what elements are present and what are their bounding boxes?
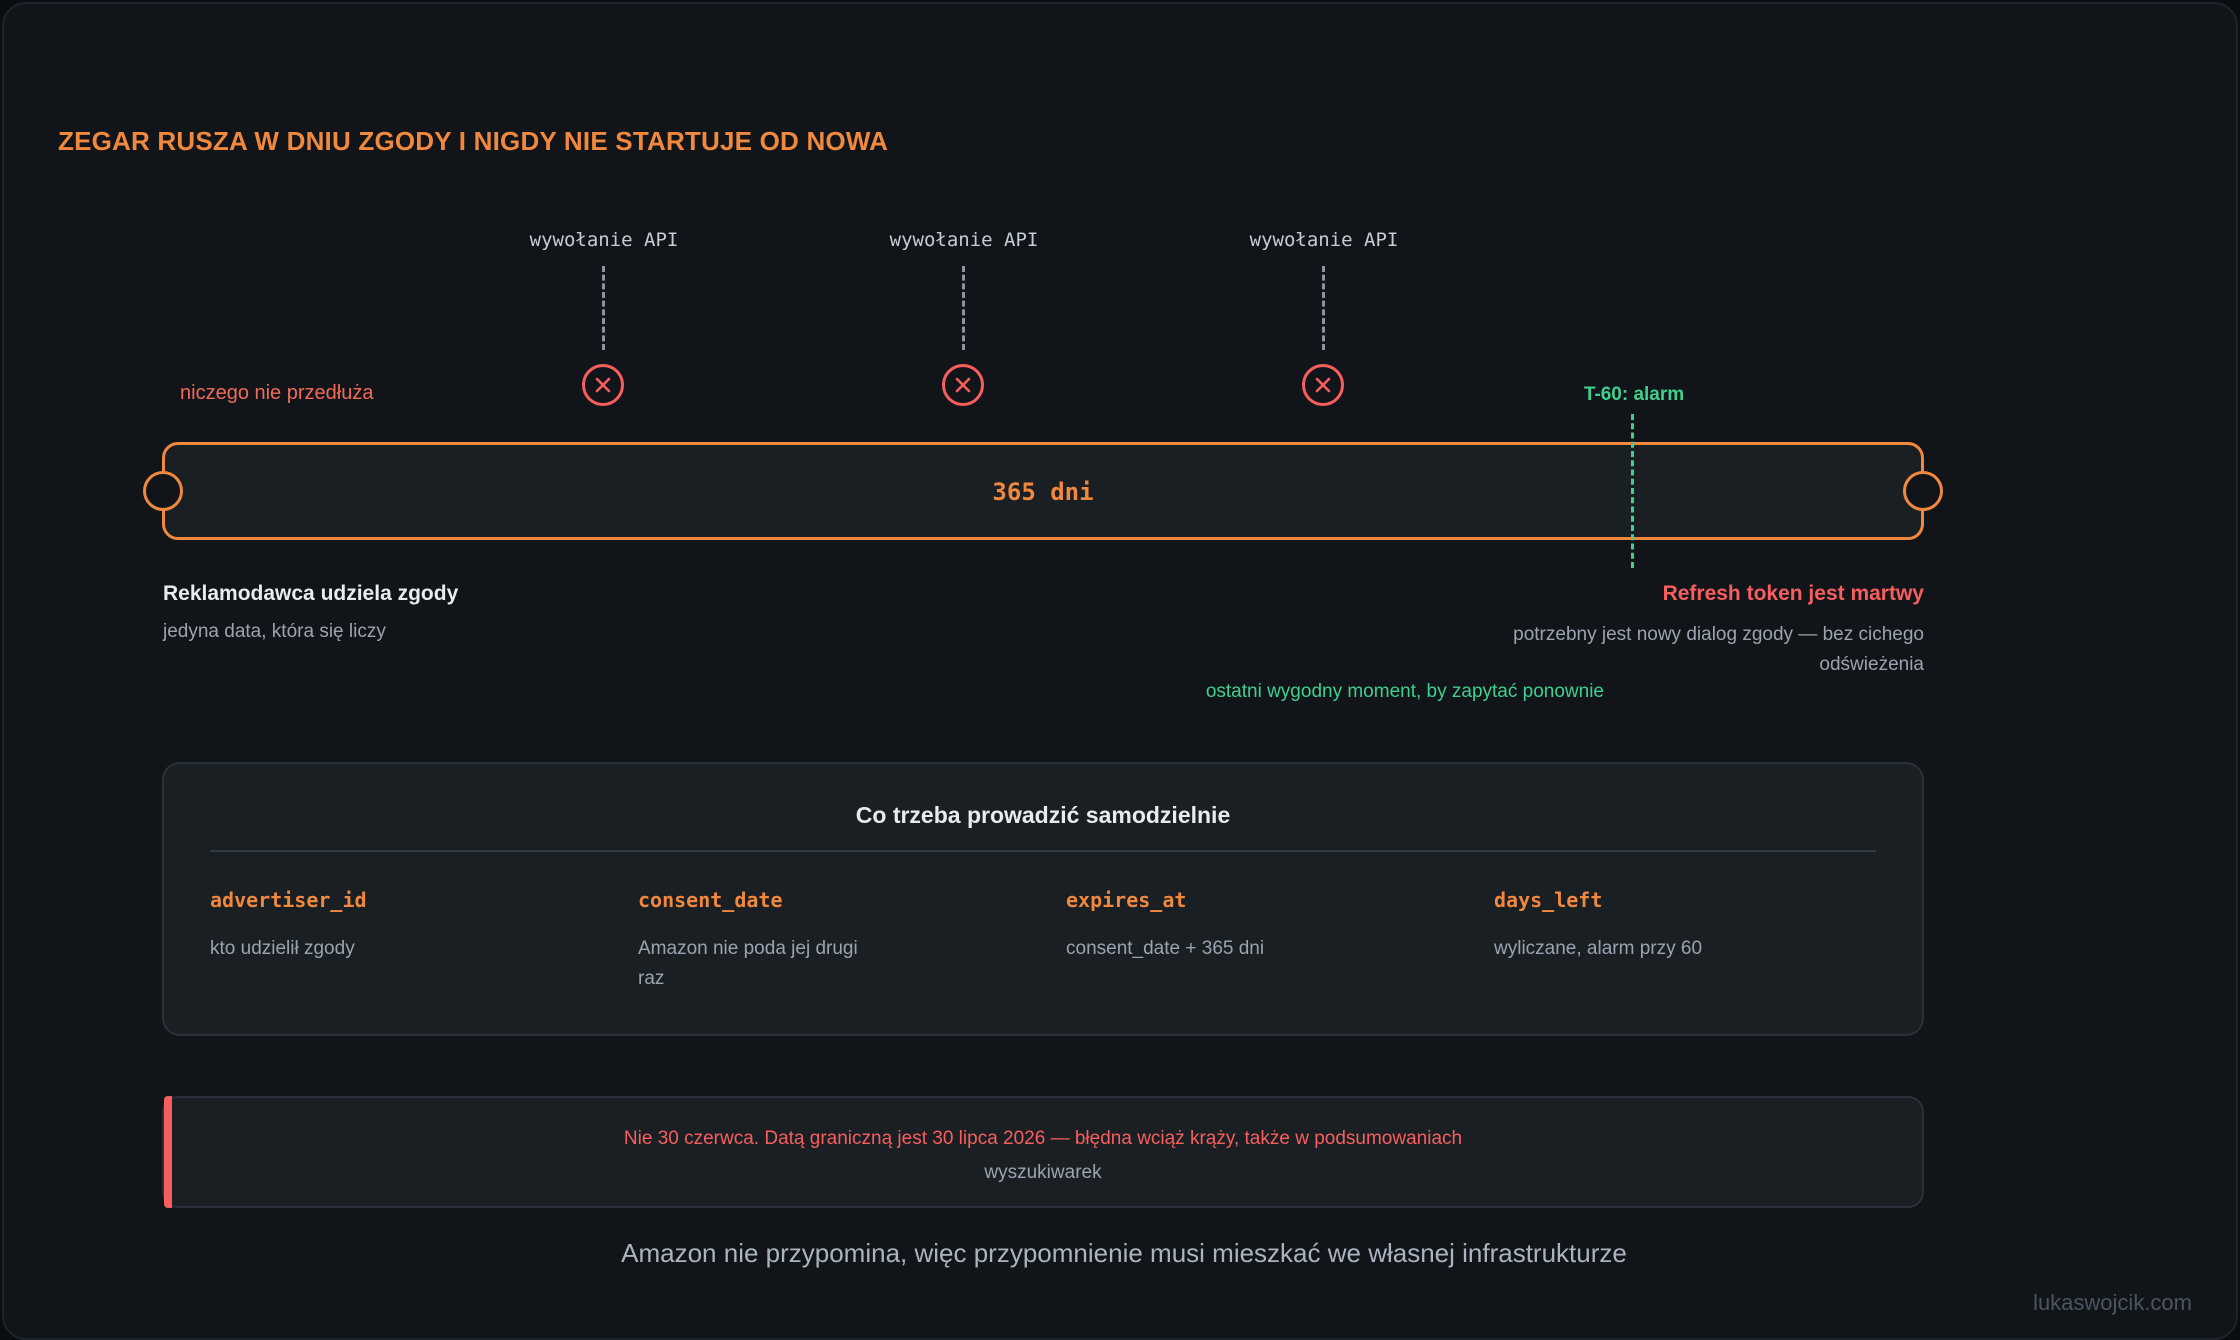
- warning-text: Nie 30 czerwca. Datą graniczną jest 30 l…: [162, 1122, 1924, 1190]
- footer-caption: Amazon nie przypomina, więc przypomnieni…: [621, 1238, 1627, 1268]
- field-key: expires_at: [1066, 888, 1187, 912]
- field-key: advertiser_id: [210, 888, 367, 912]
- field-desc: consent_date + 365 dni: [1066, 938, 1265, 959]
- alarm-label: T-60: alarm: [1583, 384, 1685, 405]
- alarm-note: ostatni wygodny moment, by zapytać ponow…: [1205, 681, 1604, 702]
- field-desc: Amazon nie poda jej drugi raz: [638, 938, 858, 989]
- tracking-field: consent_date Amazon nie poda jej drugi r…: [638, 888, 888, 994]
- api-call-tick-3: [1322, 266, 1325, 350]
- credit-link[interactable]: lukaswojcik.com: [2033, 1290, 2192, 1316]
- page-title: ZEGAR RUSZA W DNIU ZGODY I NIGDY NIE STA…: [58, 126, 889, 156]
- tracking-field: advertiser_id kto udzielił zgody: [210, 888, 590, 964]
- warning-text-red: Nie 30 czerwca. Datą graniczną jest 30 l…: [623, 1128, 1463, 1149]
- x-circle-icon: [1302, 364, 1344, 406]
- tracking-card-title: Co trzeba prowadzić samodzielnie: [855, 802, 1231, 828]
- api-call-label-2: wywołanie API: [889, 229, 1039, 251]
- field-key: days_left: [1494, 888, 1603, 912]
- divider: [210, 850, 1876, 852]
- tracking-field: days_left wyliczane, alarm przy 60: [1494, 888, 1874, 964]
- diagram-frame: ZEGAR RUSZA W DNIU ZGODY I NIGDY NIE STA…: [2, 2, 2238, 1340]
- api-call-label-3: wywołanie API: [1249, 229, 1399, 251]
- api-call-label-1: wywołanie API: [529, 229, 679, 251]
- timeline-end-sub: potrzebny jest nowy dialog zgody — bez c…: [1513, 624, 1924, 675]
- timeline-end-heading: Refresh token jest martwy: [1662, 582, 1924, 605]
- warning-text-grey: wyszukiwarek: [984, 1162, 1102, 1183]
- field-key: consent_date: [638, 888, 783, 912]
- timeline-duration: 365 dni: [992, 478, 1094, 506]
- timeline-end-marker: [1903, 471, 1943, 511]
- timeline-start-sub: jedyna data, która się liczy: [163, 621, 386, 642]
- timeline-start-marker: [143, 471, 183, 511]
- timeline-start-heading: Reklamodawca udziela zgody: [163, 582, 459, 605]
- api-call-tick-1: [602, 266, 605, 350]
- field-desc: wyliczane, alarm przy 60: [1494, 938, 1703, 959]
- field-desc: kto udzielił zgody: [210, 938, 355, 959]
- tracking-field: expires_at consent_date + 365 dni: [1066, 888, 1446, 964]
- x-circle-icon: [582, 364, 624, 406]
- api-call-tick-2: [962, 266, 965, 350]
- x-circle-icon: [942, 364, 984, 406]
- api-note: niczego nie przedłuża: [180, 382, 374, 404]
